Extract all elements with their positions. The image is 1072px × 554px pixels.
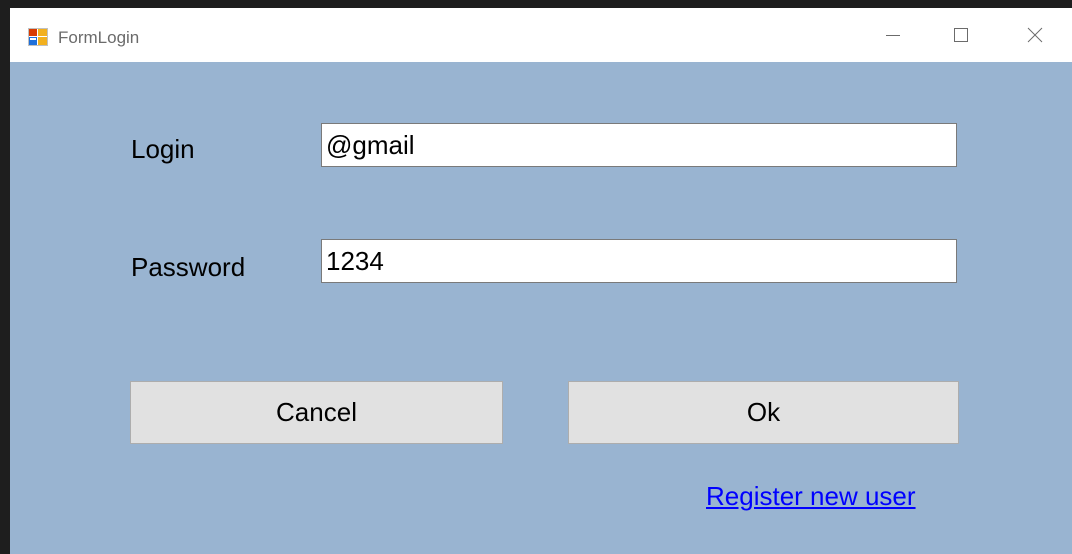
- password-label: Password: [131, 252, 246, 282]
- login-window: FormLogin Login Password Cancel Ok Regis…: [10, 8, 1072, 554]
- window-title: FormLogin: [58, 28, 140, 47]
- ok-button[interactable]: Ok: [568, 381, 959, 444]
- close-icon: [1027, 27, 1043, 43]
- cancel-button[interactable]: Cancel: [130, 381, 503, 444]
- login-label: Login: [131, 134, 195, 164]
- password-input[interactable]: [321, 239, 957, 283]
- title-bar[interactable]: FormLogin: [10, 8, 1072, 62]
- login-input[interactable]: [321, 123, 957, 167]
- maximize-button[interactable]: [932, 8, 990, 62]
- minimize-button[interactable]: [864, 8, 922, 62]
- maximize-icon: [954, 28, 968, 42]
- minimize-icon: [886, 35, 900, 36]
- register-new-user-link[interactable]: Register new user: [706, 481, 916, 511]
- close-button[interactable]: [1006, 8, 1064, 62]
- app-icon: [28, 28, 48, 46]
